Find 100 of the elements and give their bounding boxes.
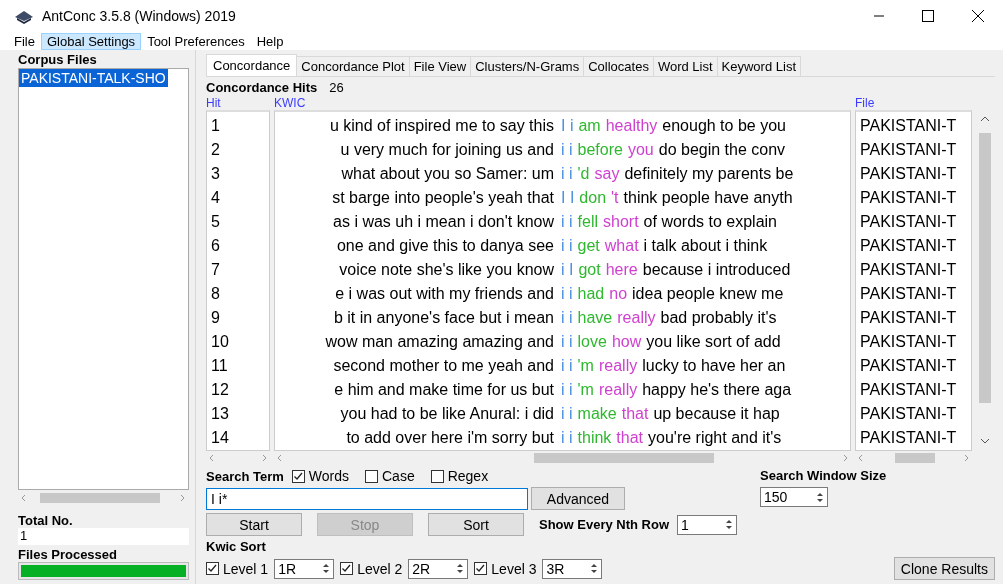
down-arrow-icon[interactable] — [456, 569, 465, 574]
table-cell-text: PAKISTANI-T — [859, 404, 958, 424]
down-arrow-icon[interactable] — [590, 569, 599, 574]
column-header[interactable]: Hit — [206, 96, 270, 110]
maximize-icon[interactable] — [920, 8, 936, 24]
first-right-word: am — [578, 116, 601, 136]
right-context: you're right and it's — [648, 428, 782, 448]
first-right-word: think — [577, 428, 612, 448]
first-right-word: got — [578, 260, 601, 280]
level-spinner[interactable]: 1R — [274, 558, 335, 579]
table-cell-text: PAKISTANI-T — [859, 116, 958, 136]
right-context: do begin the conv — [658, 140, 786, 160]
up-arrow-icon[interactable] — [590, 563, 599, 568]
first-right-word: get — [577, 236, 600, 256]
right-context: you like sort of add — [646, 332, 781, 352]
table-cell-text: 3 — [210, 164, 221, 184]
left-context: u very much for joining us and — [339, 140, 555, 160]
right-context: because i introduced — [642, 260, 791, 280]
search-term: i i — [561, 140, 573, 160]
first-right-word: don — [579, 188, 607, 208]
up-arrow-icon[interactable] — [456, 563, 465, 568]
table-cell-text: PAKISTANI-T — [859, 212, 958, 232]
right-context: idea people knew me — [632, 284, 784, 304]
advanced-button[interactable]: Advanced — [531, 487, 625, 510]
first-right-word: 'm — [577, 356, 594, 376]
menu-item[interactable]: Tool Preferences — [141, 32, 251, 50]
search-field[interactable]: I i* — [206, 487, 528, 510]
table-cell-text: PAKISTANI-T — [859, 428, 958, 448]
checkbox[interactable] — [340, 562, 354, 575]
down-arrow-icon[interactable] — [322, 569, 331, 574]
search-term: i i — [561, 428, 573, 448]
level-spinner[interactable]: 2R — [408, 558, 469, 579]
clone-results-button[interactable]: Clone Results — [893, 557, 995, 580]
table-cell-text: PAKISTANI-T — [859, 380, 958, 400]
column-header[interactable]: KWIC — [274, 96, 851, 110]
search-term: I I — [561, 188, 575, 208]
right-context: happy he's there aga — [642, 380, 792, 400]
left-context: wow man amazing amazing and — [324, 332, 555, 352]
field-label: Total No. — [18, 513, 74, 528]
second-right-word: no — [609, 284, 628, 304]
second-right-word: really — [598, 356, 638, 376]
table-cell-text: PAKISTANI-T — [859, 188, 958, 208]
total-field: 1 — [18, 528, 189, 545]
action-button[interactable]: Sort — [428, 513, 524, 536]
right-context: up because it hap — [653, 404, 780, 424]
table-cell-text: 8 — [210, 284, 221, 304]
second-right-word: that — [616, 428, 644, 448]
right-context: enough to be you — [662, 116, 786, 136]
tab[interactable]: Concordance — [206, 54, 298, 76]
menu-item[interactable]: Help — [250, 32, 290, 50]
level-spinner[interactable]: 3R — [542, 558, 603, 579]
window-size-spinner[interactable]: 150 — [760, 487, 828, 507]
left-context: to add over here i'm sorry but — [345, 428, 555, 448]
up-arrow-icon[interactable] — [322, 563, 331, 568]
panel-heading: Corpus Files — [18, 52, 98, 67]
table-cell-text: 11 — [210, 356, 229, 376]
search-term: i i — [561, 380, 573, 400]
search-term: i i — [561, 164, 573, 184]
checkbox-label: Case — [382, 468, 415, 484]
table-cell-text: 4 — [210, 188, 221, 208]
up-arrow-icon[interactable] — [725, 519, 734, 524]
window-size-label: Search Window Size — [760, 468, 887, 483]
right-context: i talk about i think — [643, 236, 768, 256]
first-right-word: 'm — [577, 380, 594, 400]
nth-row-label: Show Every Nth Row — [539, 517, 670, 532]
left-context: b it in anyone's face but i mean — [332, 308, 555, 328]
search-label: Search Term — [206, 468, 284, 484]
right-context: of words to explain — [643, 212, 777, 232]
right-context: definitely my parents be — [624, 164, 794, 184]
checkbox[interactable] — [365, 469, 378, 483]
checkbox[interactable] — [206, 562, 219, 575]
search-term: i i — [561, 356, 573, 376]
checkbox-label: Level 2 — [357, 560, 403, 577]
table-cell-text: PAKISTANI-T — [859, 332, 958, 352]
second-right-word: really — [617, 308, 656, 328]
column-header[interactable]: File — [855, 96, 972, 110]
search-term: i i — [561, 332, 573, 352]
table-cell-text: 10 — [210, 332, 230, 352]
second-right-word: here — [605, 260, 638, 280]
search-term: i I — [561, 260, 574, 280]
down-arrow-icon[interactable] — [725, 525, 734, 530]
left-context: e i was out with my friends and — [334, 284, 555, 304]
first-right-word: 'd — [577, 164, 590, 184]
file-item[interactable]: PAKISTANI-TALK-SHO — [19, 69, 168, 87]
nth-row-spinner[interactable]: 1 — [677, 514, 738, 535]
second-right-word: healthy — [605, 116, 658, 136]
search-term: I i — [561, 116, 574, 136]
close-icon[interactable] — [970, 8, 986, 24]
checkbox[interactable] — [430, 469, 444, 483]
left-context: what about you so Samer: um — [340, 164, 555, 184]
checkbox[interactable] — [291, 469, 305, 483]
right-context: think people have anyth — [623, 188, 793, 208]
menu-item[interactable]: Global Settings — [40, 32, 142, 50]
menu-item[interactable]: File — [8, 32, 41, 50]
table-cell-text: 5 — [210, 212, 221, 232]
action-button[interactable]: Start — [206, 513, 302, 536]
tab[interactable]: Keyword List — [716, 56, 801, 76]
checkbox-label: Level 1 — [223, 560, 269, 577]
checkbox[interactable] — [474, 562, 488, 575]
table-cell-text: 9 — [210, 308, 221, 328]
